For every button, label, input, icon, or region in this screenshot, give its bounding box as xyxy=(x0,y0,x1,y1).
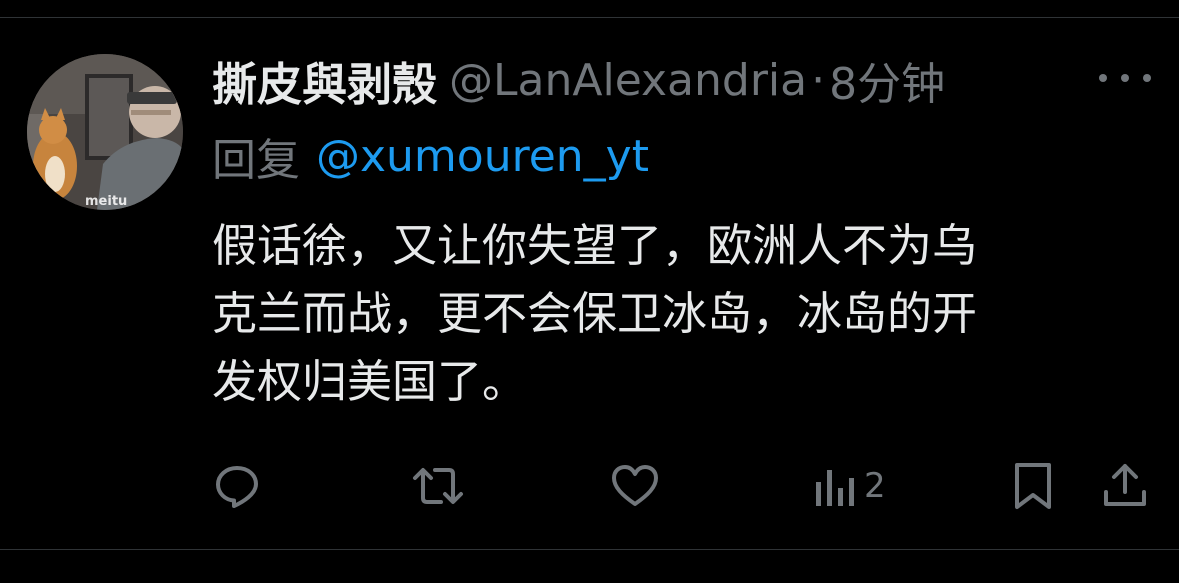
reply-button[interactable] xyxy=(213,456,261,516)
tweet-text-line: 发权归美国了。 xyxy=(212,355,528,408)
tweet-text: 假话徐，又让你失望了，欧洲人不为乌 克兰而战，更不会保卫冰岛，冰岛的开 发权归美… xyxy=(212,212,1147,416)
retweet-button[interactable] xyxy=(411,456,465,516)
user-handle[interactable]: @LanAlexandria xyxy=(449,55,807,106)
more-dot xyxy=(1121,74,1129,82)
views-button[interactable]: 2 xyxy=(814,456,886,516)
avatar[interactable]: meitu xyxy=(27,54,183,210)
like-button[interactable] xyxy=(610,456,660,516)
top-divider xyxy=(0,17,1179,18)
avatar-photo xyxy=(27,54,183,210)
more-dot xyxy=(1099,74,1107,82)
bottom-divider xyxy=(0,549,1179,550)
avatar-watermark: meitu xyxy=(85,194,128,209)
bookmark-button[interactable] xyxy=(1013,456,1053,516)
retweet-icon xyxy=(413,468,463,504)
action-bar: 2 xyxy=(0,456,1179,516)
share-button[interactable] xyxy=(1102,456,1148,516)
tweet-text-line: 克兰而战，更不会保卫冰岛，冰岛的开 xyxy=(212,287,978,340)
like-icon xyxy=(612,465,658,506)
separator-dot: · xyxy=(811,54,826,106)
tweet-header: 撕皮與剥殼 @LanAlexandria · 8分钟 xyxy=(212,46,945,114)
reply-context: 回复 @xumouren_yt xyxy=(212,128,649,187)
reply-label: 回复 xyxy=(212,135,300,186)
reply-to-handle[interactable]: @xumouren_yt xyxy=(316,131,649,182)
tweet-text-line: 假话徐，又让你失望了，欧洲人不为乌 xyxy=(212,219,978,272)
more-dot xyxy=(1143,74,1151,82)
bookmark-icon xyxy=(1015,463,1051,509)
timestamp[interactable]: 8分钟 xyxy=(829,48,945,112)
views-icon xyxy=(816,470,854,506)
reply-icon xyxy=(216,466,258,508)
share-icon xyxy=(1104,464,1146,506)
more-options-icon[interactable] xyxy=(1099,62,1151,94)
display-name[interactable]: 撕皮與剥殼 xyxy=(212,48,437,113)
views-count: 2 xyxy=(864,466,886,506)
